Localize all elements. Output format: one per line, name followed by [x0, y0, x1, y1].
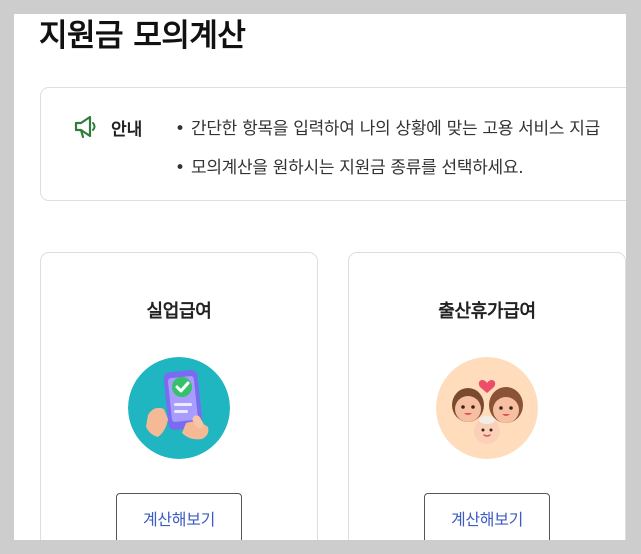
family-illustration [436, 357, 538, 459]
notice-text: 간단한 항목을 입력하여 나의 상황에 맞는 고용 서비스 지급 [191, 119, 600, 139]
bullet: • [175, 119, 185, 139]
page-title: 지원금 모의계산 [39, 18, 246, 54]
card-title: 출산휴가급여 [438, 301, 536, 322]
main-page: 지원금 모의계산 안내 • 간단한 항목을 입력하여 나의 상황에 맞는 고용 서… [14, 14, 626, 540]
card-maternity-leave-benefit: 출산휴가급여 계산해보기 [348, 252, 626, 540]
card-title: 실업급여 [146, 301, 212, 322]
phone-checklist-illustration [128, 357, 230, 459]
notice-label: 안내 [111, 120, 143, 140]
bullet: • [175, 158, 185, 178]
notice-line-2: • 모의계산을 원하시는 지원금 종류를 선택하세요. [175, 153, 524, 178]
calculate-button[interactable]: 계산해보기 [116, 493, 242, 540]
calculate-button[interactable]: 계산해보기 [424, 493, 550, 540]
notice-box: 안내 • 간단한 항목을 입력하여 나의 상황에 맞는 고용 서비스 지급 • 모의… [40, 87, 626, 201]
notice-text: 모의계산을 원하시는 지원금 종류를 선택하세요. [191, 158, 524, 178]
card-unemployment-benefit: 실업급여 계산해보기 [40, 252, 318, 540]
megaphone-icon [74, 115, 96, 139]
notice-line-1: • 간단한 항목을 입력하여 나의 상황에 맞는 고용 서비스 지급 [175, 114, 600, 139]
